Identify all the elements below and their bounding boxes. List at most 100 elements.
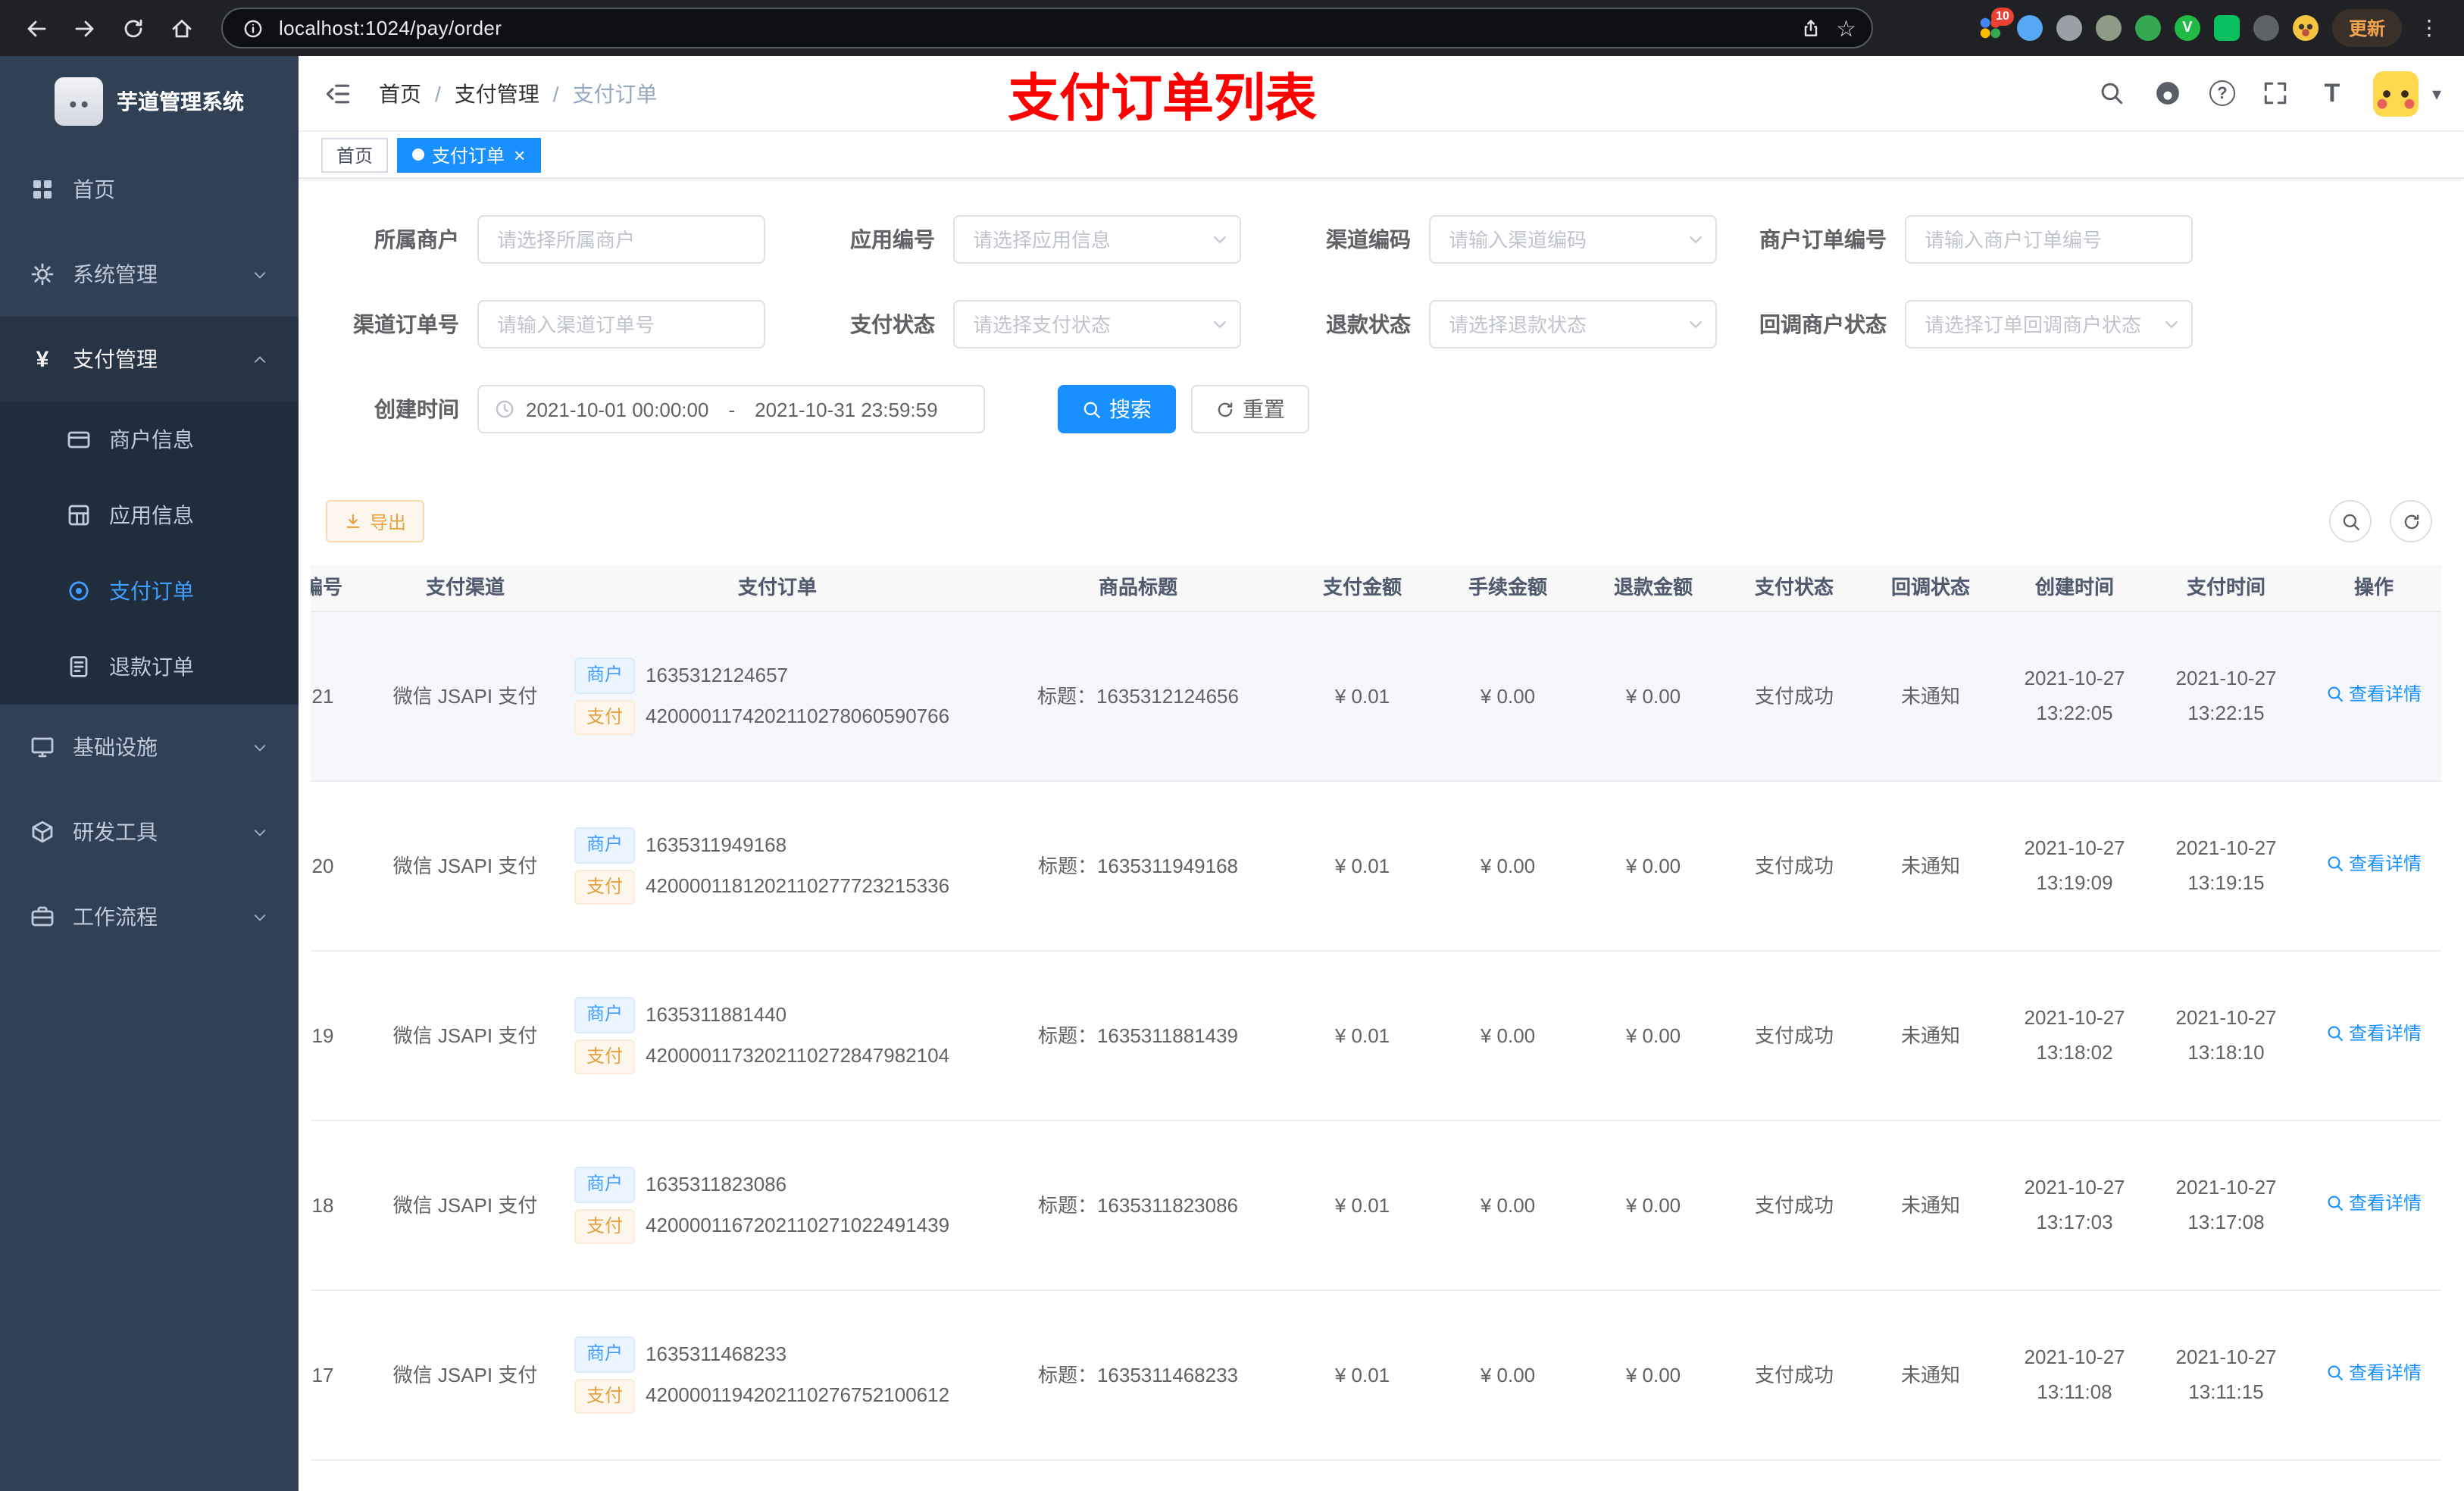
app-logo[interactable]: 芋道管理系统 bbox=[0, 56, 299, 147]
table-toolbar: 导出 bbox=[326, 500, 2441, 542]
user-avatar[interactable] bbox=[2372, 70, 2419, 116]
extension-gray-icon[interactable] bbox=[2056, 15, 2082, 41]
pay-status-field: 支付状态 bbox=[802, 300, 1241, 349]
sidebar-item-app-info[interactable]: 应用信息 bbox=[0, 477, 299, 553]
cell-id: 18 bbox=[311, 1193, 334, 1217]
sidebar-item-pay-order[interactable]: 支付订单 bbox=[0, 553, 299, 629]
sidebar-item-label: 支付订单 bbox=[109, 579, 194, 603]
channel-code-select[interactable] bbox=[1429, 215, 1717, 264]
field-label: 退款状态 bbox=[1326, 312, 1411, 336]
site-info-icon[interactable] bbox=[238, 13, 268, 43]
bookmark-star-icon[interactable]: ☆ bbox=[1836, 14, 1856, 42]
cell-channel: 微信 JSAPI 支付 bbox=[392, 854, 538, 877]
view-detail-link[interactable]: 查看详情 bbox=[2326, 1021, 2422, 1048]
active-tab-dot bbox=[412, 148, 425, 161]
browser-forward-icon[interactable] bbox=[64, 7, 106, 49]
browser-update-button[interactable]: 更新 bbox=[2331, 9, 2402, 47]
url-text: localhost:1024/pay/order bbox=[279, 17, 502, 39]
channel-order-no-input[interactable] bbox=[477, 300, 765, 349]
cell-created: 2021-10-27 13:17:03 bbox=[2024, 1176, 2125, 1233]
sidebar-item-label: 基础设施 bbox=[73, 735, 158, 759]
fullscreen-icon[interactable] bbox=[2261, 78, 2291, 108]
extension-chat-icon[interactable] bbox=[2213, 15, 2240, 41]
sidebar-item-workflow[interactable]: 工作流程 bbox=[0, 874, 299, 959]
reset-button[interactable]: 重置 bbox=[1191, 385, 1309, 433]
cell-amount: ¥ 0.01 bbox=[1334, 854, 1390, 877]
cell-order: 商户 1635311881440 支付 4200001173202110272847… bbox=[562, 992, 987, 1080]
extension-pin-dark-icon[interactable] bbox=[2253, 15, 2279, 41]
sidebar-item-home[interactable]: 首页 bbox=[0, 147, 299, 232]
breadcrumb-current: 支付订单 bbox=[572, 81, 658, 105]
extension-olive-icon[interactable] bbox=[2095, 15, 2122, 41]
tab-pay-order[interactable]: 支付订单 × bbox=[397, 137, 541, 172]
browser-menu-icon[interactable]: ⋮ bbox=[2416, 15, 2443, 41]
merchant-tag: 商户 bbox=[574, 997, 636, 1033]
sidebar-item-merchant-info[interactable]: 商户信息 bbox=[0, 402, 299, 477]
extension-profile-icon[interactable] bbox=[2292, 15, 2319, 41]
cell-refund: ¥ 0.00 bbox=[1625, 1024, 1681, 1047]
breadcrumb: 首页 / 支付管理 / 支付订单 bbox=[379, 78, 658, 108]
cell-refund: ¥ 0.00 bbox=[1625, 684, 1681, 708]
sidebar-item-infra[interactable]: 基础设施 bbox=[0, 705, 299, 789]
sidebar-item-dev-tools[interactable]: 研发工具 bbox=[0, 789, 299, 874]
view-detail-link[interactable]: 查看详情 bbox=[2326, 851, 2422, 878]
extension-v-icon[interactable]: V bbox=[2174, 15, 2200, 41]
date-end: 2021-10-31 23:59:59 bbox=[755, 398, 938, 420]
sidebar-item-refund-order[interactable]: 退款订单 bbox=[0, 629, 299, 705]
clock-icon bbox=[494, 399, 515, 420]
pay-order-no: 4200001174202110278060590766 bbox=[646, 705, 950, 728]
sidebar-item-payment[interactable]: ¥ 支付管理 bbox=[0, 317, 299, 402]
app-no-field: 应用编号 bbox=[802, 215, 1241, 264]
pay-status-select[interactable] bbox=[953, 300, 1241, 349]
target-icon bbox=[67, 579, 91, 603]
browser-reload-icon[interactable] bbox=[112, 7, 155, 49]
notify-status-select[interactable] bbox=[1905, 300, 2193, 349]
sidebar-item-label: 系统管理 bbox=[73, 262, 158, 286]
view-detail-link[interactable]: 查看详情 bbox=[2326, 1190, 2422, 1217]
toggle-search-icon[interactable] bbox=[2329, 500, 2372, 542]
breadcrumb-home[interactable]: 首页 bbox=[379, 78, 421, 108]
cell-id: 19 bbox=[311, 1024, 334, 1047]
view-detail-link[interactable]: 查看详情 bbox=[2326, 1360, 2422, 1387]
tab-home[interactable]: 首页 bbox=[321, 137, 389, 172]
toolbar-right bbox=[2329, 500, 2441, 542]
col-fee: 手续金额 bbox=[1468, 576, 1547, 599]
merchant-order-no: 1635311468233 bbox=[646, 1343, 787, 1366]
header-search-icon[interactable] bbox=[2097, 78, 2128, 108]
merchant-select[interactable] bbox=[477, 215, 765, 264]
cell-order: 商户 1635311468233 支付 4200001194202110276752… bbox=[562, 1331, 987, 1420]
app-no-select[interactable] bbox=[953, 215, 1241, 264]
font-size-icon[interactable]: T bbox=[2317, 78, 2347, 108]
breadcrumb-pay-mgmt[interactable]: 支付管理 bbox=[455, 78, 539, 108]
sidebar-item-label: 支付管理 bbox=[73, 347, 158, 371]
extension-blue-icon[interactable] bbox=[2016, 15, 2043, 41]
search-button[interactable]: 搜索 bbox=[1058, 385, 1176, 433]
sidebar-toggle-icon[interactable] bbox=[321, 77, 355, 110]
refund-status-select[interactable] bbox=[1429, 300, 1717, 349]
document-icon bbox=[67, 655, 91, 679]
cell-paid: 2021-10-27 13:17:08 bbox=[2175, 1176, 2277, 1233]
extension-pin-icon[interactable]: 10 bbox=[1977, 8, 2014, 41]
gear-icon bbox=[30, 262, 55, 286]
date-range-picker[interactable]: 2021-10-01 00:00:00 - 2021-10-31 23:59:5… bbox=[477, 385, 985, 433]
table-row-partial: 商户1635311157 bbox=[311, 1461, 2441, 1491]
user-menu-caret-icon[interactable]: ▾ bbox=[2432, 83, 2441, 104]
refresh-table-icon[interactable] bbox=[2390, 500, 2432, 542]
merchant-order-no: 1635311881440 bbox=[646, 1003, 787, 1027]
address-bar[interactable]: localhost:1024/pay/order ☆ bbox=[221, 8, 1873, 48]
sidebar-item-system[interactable]: 系统管理 bbox=[0, 232, 299, 317]
view-detail-link[interactable]: 查看详情 bbox=[2326, 681, 2422, 708]
merchant-order-no-field: 商户订单编号 bbox=[1753, 215, 2193, 264]
github-icon[interactable] bbox=[2153, 78, 2184, 108]
help-doc-icon[interactable]: ? bbox=[2209, 80, 2235, 106]
browser-home-icon[interactable] bbox=[161, 7, 203, 49]
col-notify: 回调状态 bbox=[1890, 576, 1970, 599]
close-tab-icon[interactable]: × bbox=[514, 145, 525, 164]
cell-fee: ¥ 0.00 bbox=[1480, 1024, 1536, 1047]
chevron-down-icon bbox=[252, 824, 268, 840]
share-icon[interactable] bbox=[1795, 13, 1825, 43]
merchant-order-no-input[interactable] bbox=[1905, 215, 2193, 264]
export-button[interactable]: 导出 bbox=[326, 500, 425, 542]
extension-green-icon[interactable] bbox=[2134, 15, 2161, 41]
browser-back-icon[interactable] bbox=[15, 7, 58, 49]
